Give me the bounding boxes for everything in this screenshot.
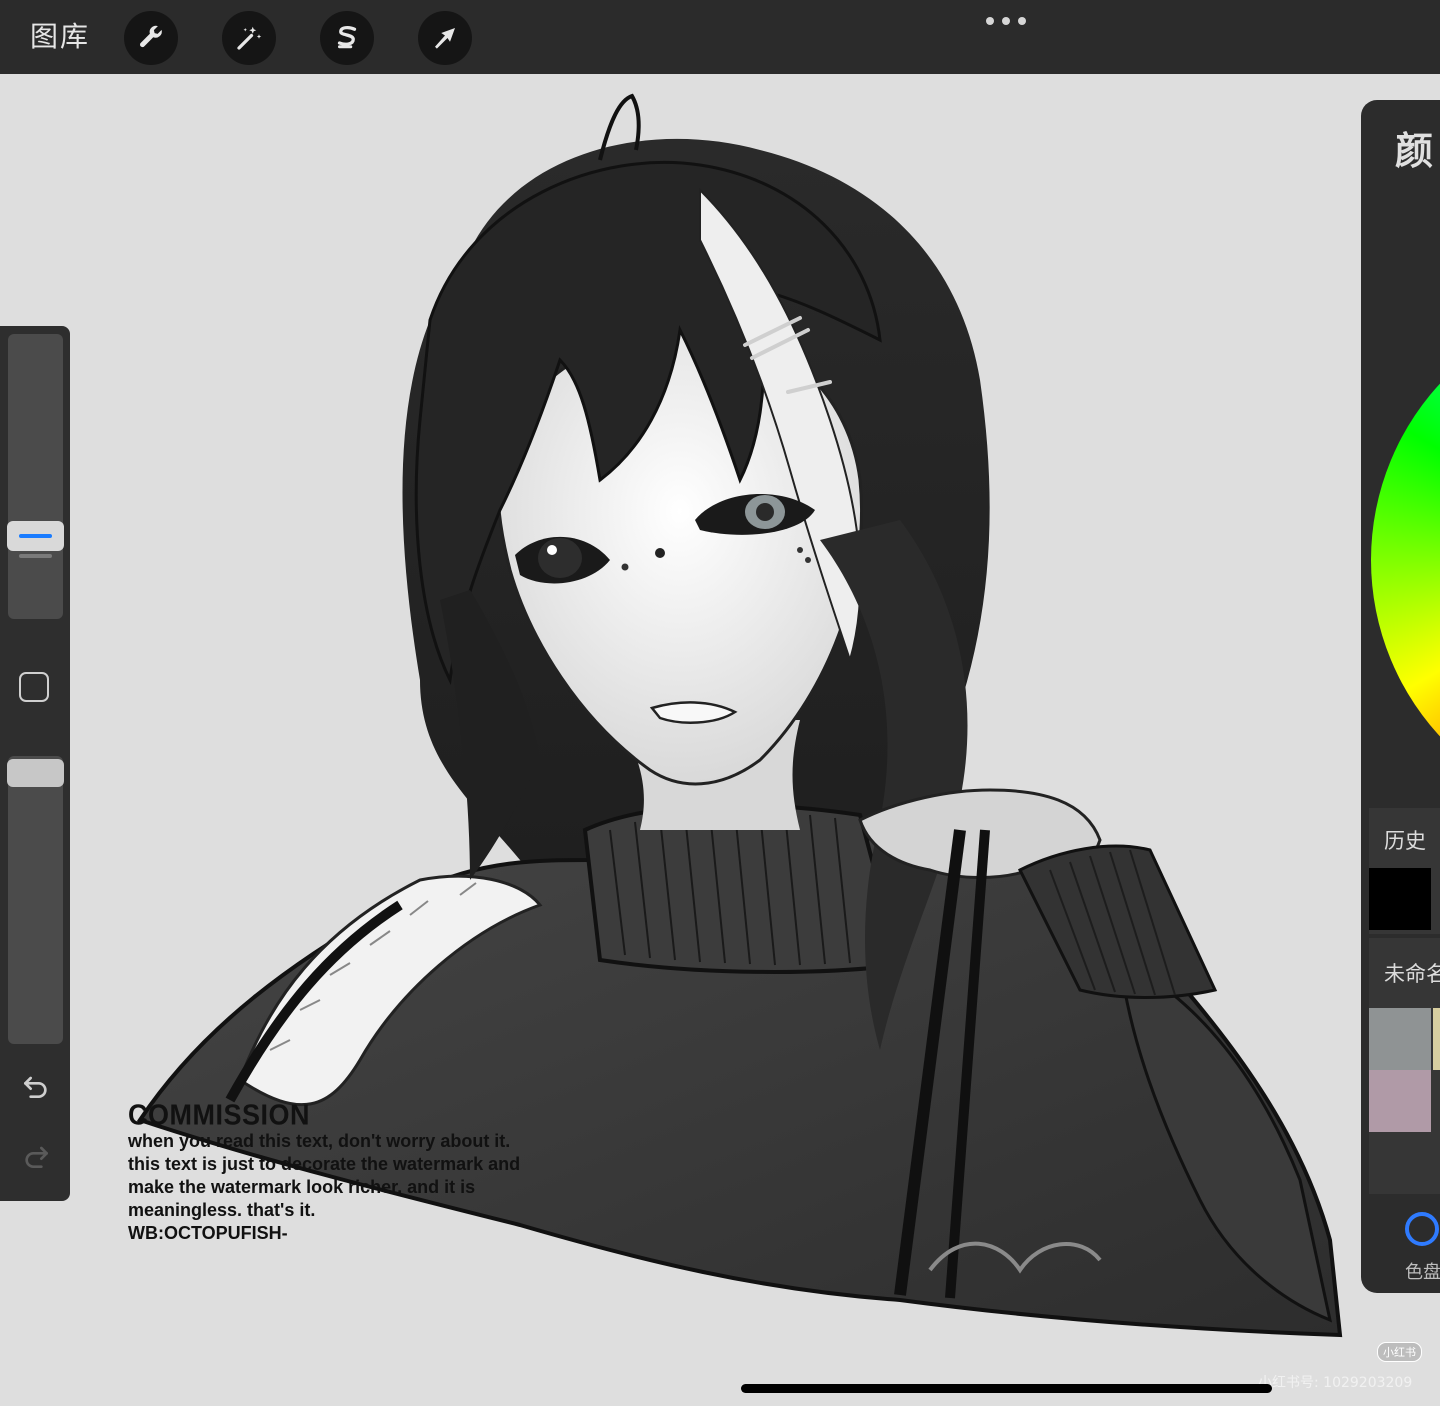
home-indicator[interactable] (741, 1384, 1272, 1393)
opacity-slider[interactable] (8, 756, 63, 1044)
arrow-cursor-icon (435, 28, 455, 49)
palette-label: 未命名 (1384, 962, 1440, 986)
watermark-title: COMMISSION (128, 1099, 311, 1131)
palette-tab-label: 色盘 (1405, 1262, 1440, 1283)
watermark-text: COMMISSION when you read this text, don'… (128, 1099, 688, 1245)
brush-size-thumb[interactable] (7, 521, 64, 551)
brush-size-slider[interactable] (8, 334, 63, 619)
redo-icon[interactable] (20, 1140, 52, 1172)
color-panel-title: 颜 (1395, 129, 1434, 173)
color-wheel[interactable] (1371, 300, 1440, 820)
left-sidebar (0, 326, 70, 1201)
palette-swatch[interactable] (1433, 1008, 1440, 1070)
adjustments-button[interactable] (222, 11, 276, 65)
opacity-thumb[interactable] (7, 759, 64, 787)
selection-button[interactable] (320, 11, 374, 65)
transform-button[interactable] (418, 11, 472, 65)
palette-tab-icon[interactable] (1405, 1212, 1439, 1246)
history-swatch[interactable] (1369, 868, 1431, 930)
watermark-line: make the watermark look richer, and it i… (128, 1177, 476, 1197)
gallery-button[interactable]: 图库 (30, 18, 90, 56)
history-label: 历史 (1384, 829, 1426, 853)
actions-button[interactable] (124, 11, 178, 65)
xiaohongshu-id: 小红书号: 1029203209 (1258, 1375, 1413, 1391)
watermark-line: meaningless. that's it. (128, 1200, 316, 1220)
palette-swatch[interactable] (1369, 1008, 1431, 1070)
history-section: 历史 (1369, 808, 1440, 934)
watermark-line: WB:OCTOPUFISH- (128, 1223, 288, 1243)
color-panel: 颜 历史 未命名 色盘 (1361, 100, 1440, 1293)
watermark-line: when you read this text, don't worry abo… (128, 1131, 511, 1151)
palette-section: 未命名 (1369, 938, 1440, 1194)
magic-wand-icon (237, 26, 262, 50)
selection-s-icon (337, 25, 357, 49)
square-modify-icon[interactable] (19, 672, 49, 702)
wrench-icon (140, 25, 162, 48)
palette-swatch[interactable] (1369, 1070, 1431, 1132)
watermark-line: this text is just to decorate the waterm… (128, 1154, 521, 1174)
top-toolbar: 图库 (0, 0, 1440, 74)
brush-size-thumb-shadow (19, 554, 52, 558)
more-dots-icon[interactable] (986, 14, 1026, 28)
drawing-canvas[interactable]: COMMISSION when you read this text, don'… (0, 74, 1440, 1406)
xiaohongshu-badge: 小红书 (1377, 1342, 1422, 1362)
undo-icon[interactable] (20, 1070, 52, 1102)
